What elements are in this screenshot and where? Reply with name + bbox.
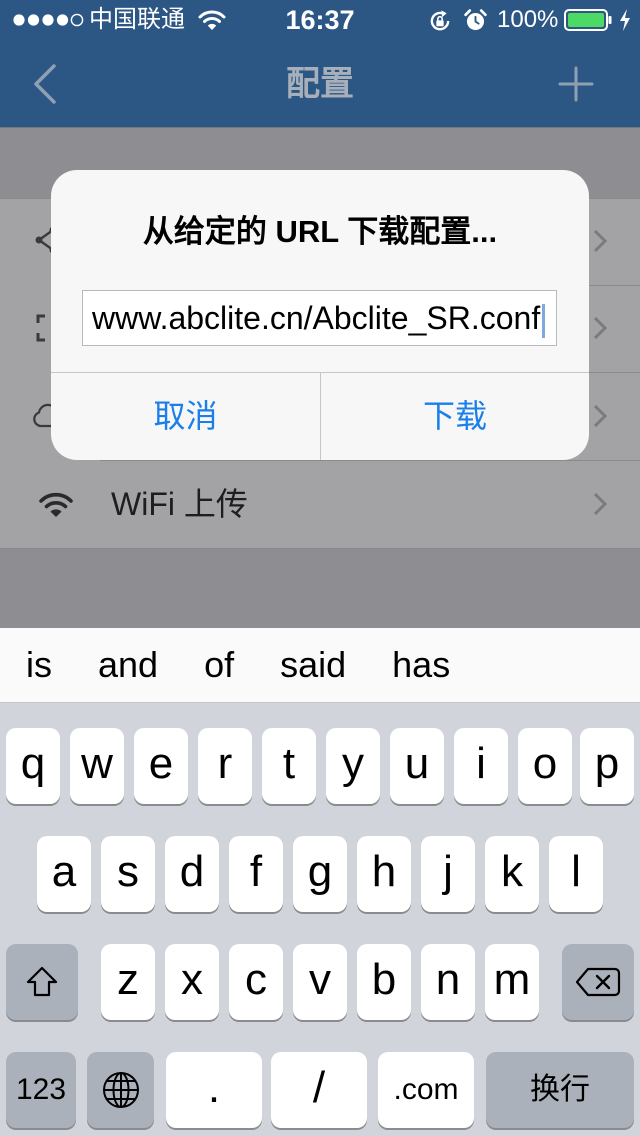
key-i[interactable]: i — [454, 728, 508, 804]
alarm-icon — [464, 9, 487, 31]
suggestion-item[interactable]: said — [280, 645, 346, 685]
numbers-key[interactable]: 123 — [6, 1052, 76, 1128]
key-n[interactable]: n — [421, 944, 475, 1020]
key-f[interactable]: f — [229, 836, 283, 912]
globe-icon — [102, 1072, 139, 1108]
shift-icon — [26, 966, 58, 997]
shift-key[interactable] — [6, 944, 78, 1020]
dotcom-key[interactable]: .com — [378, 1052, 474, 1128]
key-d[interactable]: d — [165, 836, 219, 912]
signal-dot — [70, 13, 84, 27]
signal-dots-icon — [13, 13, 84, 27]
key-t[interactable]: t — [262, 728, 316, 804]
battery-percent: 100% — [497, 6, 559, 33]
key-v[interactable]: v — [293, 944, 347, 1020]
download-button[interactable]: 下载 — [321, 373, 589, 460]
chevron-right-icon — [593, 316, 608, 340]
url-input[interactable]: www.abclite.cn/Abclite_SR.conf — [82, 290, 557, 346]
slash-key[interactable]: / — [271, 1052, 367, 1128]
key-j[interactable]: j — [421, 836, 475, 912]
suggestion-item[interactable]: has — [392, 645, 450, 685]
suggestion-item[interactable]: and — [98, 645, 158, 685]
list-item-wifi-upload[interactable] — [0, 460, 640, 548]
period-key[interactable]: . — [166, 1052, 262, 1128]
signal-dot — [27, 14, 40, 26]
page-title: 配置 — [286, 65, 354, 103]
suggestion-bar: is and of said has — [0, 628, 640, 703]
key-g[interactable]: g — [293, 836, 347, 912]
key-l[interactable]: l — [549, 836, 603, 912]
chevron-right-icon — [593, 229, 608, 253]
key-s[interactable]: s — [101, 836, 155, 912]
download-config-dialog: 从给定的 URL 下载配置... www.abclite.cn/Abclite_… — [51, 170, 589, 460]
divider — [100, 460, 640, 461]
key-u[interactable]: u — [390, 728, 444, 804]
url-input-value: www.abclite.cn/Abclite_SR.conf — [92, 300, 541, 336]
key-a[interactable]: a — [37, 836, 91, 912]
chevron-left-icon[interactable] — [28, 62, 62, 106]
wifi-icon — [198, 10, 226, 30]
delete-icon — [575, 967, 621, 997]
status-time: 16:37 — [285, 5, 355, 35]
charging-bolt-icon — [620, 9, 630, 31]
delete-key[interactable] — [562, 944, 634, 1020]
signal-dot — [56, 14, 69, 26]
carrier-name: 中国联通 — [89, 6, 185, 33]
key-w[interactable]: w — [70, 728, 124, 804]
cancel-button[interactable]: 取消 — [51, 373, 320, 460]
key-r[interactable]: r — [198, 728, 252, 804]
chevron-right-icon — [593, 404, 608, 428]
signal-dot — [42, 14, 54, 26]
key-x[interactable]: x — [165, 944, 219, 1020]
plus-icon[interactable] — [558, 66, 594, 102]
suggestion-item[interactable]: is — [26, 645, 52, 685]
key-c[interactable]: c — [229, 944, 283, 1020]
chevron-right-icon — [593, 492, 608, 516]
text-caret — [542, 303, 546, 338]
key-k[interactable]: k — [485, 836, 539, 912]
divider — [0, 548, 640, 549]
key-q[interactable]: q — [6, 728, 60, 804]
screen: 中国联通 16:37 100% 配置 WiFi 上传 从给定的 URL 下载配置… — [0, 0, 640, 1136]
signal-dot — [13, 14, 25, 26]
key-z[interactable]: z — [101, 944, 155, 1020]
dialog-title: 从给定的 URL 下载配置... — [142, 214, 498, 249]
key-o[interactable]: o — [518, 728, 572, 804]
key-p[interactable]: p — [580, 728, 634, 804]
key-h[interactable]: h — [357, 836, 411, 912]
wifi-upload-label: WiFi 上传 — [111, 486, 248, 522]
globe-key[interactable] — [87, 1052, 154, 1128]
key-y[interactable]: y — [326, 728, 380, 804]
return-key[interactable]: 换行 — [486, 1052, 634, 1128]
key-e[interactable]: e — [134, 728, 188, 804]
suggestion-item[interactable]: of — [204, 645, 234, 685]
wifi-icon — [39, 492, 73, 517]
key-b[interactable]: b — [357, 944, 411, 1020]
rotation-lock-icon — [430, 10, 450, 31]
battery-icon — [564, 9, 612, 31]
key-m[interactable]: m — [485, 944, 539, 1020]
